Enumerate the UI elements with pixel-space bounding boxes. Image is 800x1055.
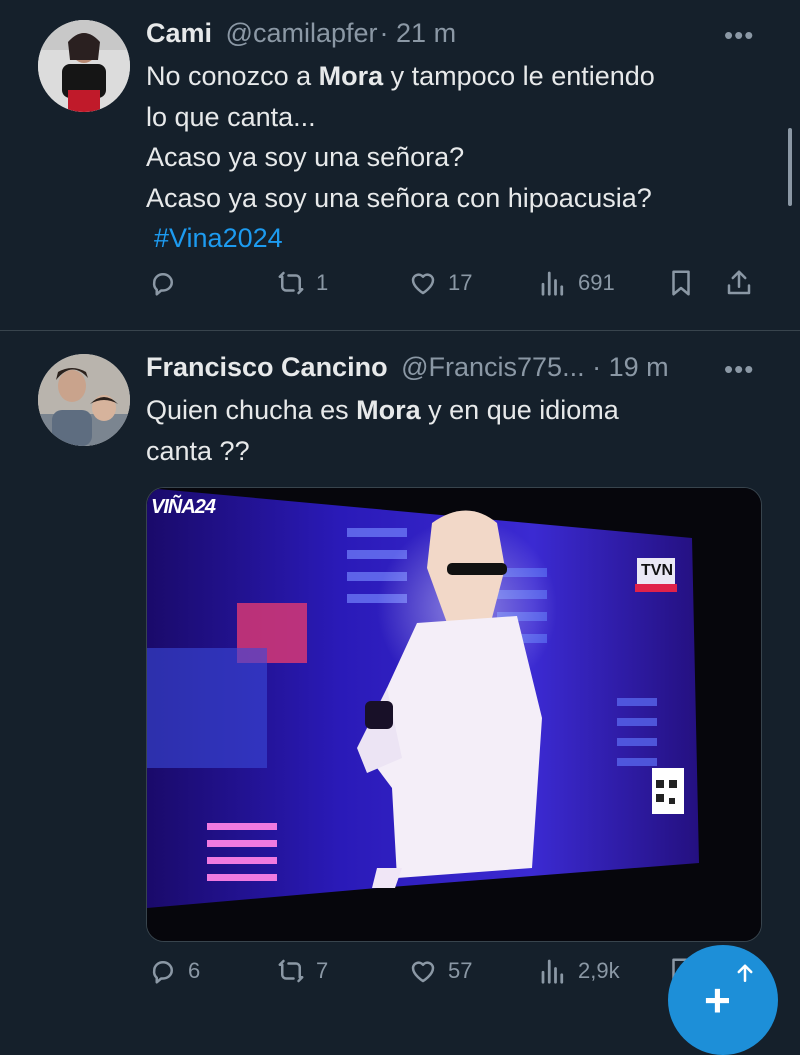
separator: · — [379, 18, 389, 48]
tweet-text: Quien chucha es Mora y en que idioma can… — [146, 390, 766, 471]
retweet-button[interactable]: 7 — [276, 956, 328, 986]
tweet-line: Acaso ya soy una señora con hipoacusia? — [146, 182, 652, 213]
tweet-text: No conozco a Mora y tampoco le entiendo … — [146, 56, 766, 259]
media-overlay-vina: VIÑA24 — [151, 496, 216, 518]
avatar[interactable] — [38, 354, 130, 446]
retweet-button[interactable]: 1 — [276, 268, 328, 298]
views-icon — [541, 271, 564, 296]
share-button[interactable] — [724, 268, 754, 298]
tweet-line: Quien chucha es Mora y en que idioma — [146, 395, 619, 425]
avatar-photo — [38, 20, 130, 112]
author-handle[interactable]: @camilapfer — [226, 18, 378, 48]
views-button[interactable]: 691 — [538, 268, 615, 298]
tweet-actions: 1 17 691 — [0, 268, 800, 308]
more-options-icon[interactable]: ••• — [724, 20, 754, 51]
separator: · — [592, 352, 602, 382]
tweet-line: Acaso ya soy una señora? — [146, 142, 465, 172]
retweet-icon — [278, 271, 304, 295]
tweet-line: lo que canta... — [146, 101, 316, 132]
avatar[interactable] — [38, 20, 130, 112]
views-icon — [541, 959, 564, 984]
views-button[interactable]: 2,9k — [538, 956, 620, 986]
compose-plus-label: + — [704, 974, 731, 1026]
hashtag-link[interactable]: #Vina2024 — [154, 223, 283, 253]
bookmark-button[interactable] — [666, 268, 696, 298]
retweet-icon — [278, 959, 304, 983]
author-handle[interactable]: @Francis775... — [401, 352, 584, 382]
more-options-icon[interactable]: ••• — [724, 354, 754, 385]
like-icon — [411, 273, 435, 295]
timestamp[interactable]: 21 m — [396, 18, 456, 48]
scrollbar[interactable] — [788, 128, 792, 206]
reply-icon — [152, 961, 173, 984]
tweet-cami[interactable]: Cami @camilapfer· 21 m ••• No conozco a … — [0, 0, 800, 330]
tweet-line: No conozco a Mora y tampoco le entiendo — [146, 61, 655, 91]
timestamp[interactable]: 19 m — [609, 352, 669, 382]
tweet-media-image[interactable]: VIÑA24 TVN — [146, 487, 762, 942]
media-overlay-tvn: TVN — [641, 562, 673, 579]
tweet-header: Cami @camilapfer· 21 m — [146, 16, 456, 50]
reply-icon — [152, 273, 173, 296]
like-icon — [411, 961, 435, 983]
tweet-header: Francisco Cancino @Francis775... · 19 m — [146, 350, 669, 384]
like-button[interactable]: 17 — [408, 268, 472, 298]
avatar-photo — [38, 354, 130, 446]
reply-button[interactable] — [148, 268, 188, 298]
compose-icon — [737, 964, 753, 982]
bookmark-icon — [672, 270, 690, 296]
share-icon — [727, 270, 751, 295]
media-photo — [147, 488, 761, 941]
tweet-line: canta ?? — [146, 435, 250, 466]
reply-button[interactable]: 6 — [148, 956, 200, 986]
like-button[interactable]: 57 — [408, 956, 472, 986]
author-name[interactable]: Cami — [146, 18, 212, 48]
author-name[interactable]: Francisco Cancino — [146, 352, 388, 382]
